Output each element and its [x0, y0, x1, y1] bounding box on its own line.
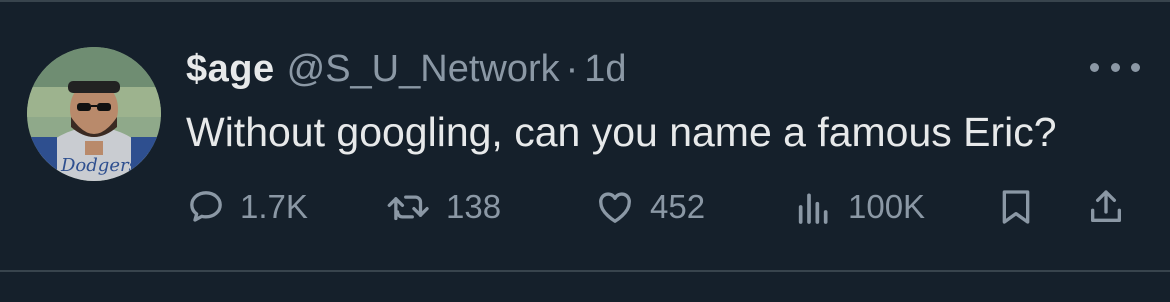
- author-display-name[interactable]: $age: [186, 48, 275, 91]
- like-count: 452: [650, 188, 706, 225]
- separator-dot: ·: [565, 47, 579, 90]
- tweet-text: Without googling, can you name a famous …: [186, 109, 1057, 155]
- bookmark-icon: [1002, 190, 1030, 224]
- speech-bubble-icon: [190, 191, 222, 222]
- author-handle[interactable]: @S_U_Network: [287, 48, 560, 91]
- bar-chart-icon: [798, 193, 828, 224]
- views-button[interactable]: 100K: [794, 182, 925, 232]
- share-button[interactable]: [1086, 182, 1126, 232]
- retweet-count: 138: [446, 188, 502, 225]
- like-button[interactable]: 452: [594, 182, 705, 232]
- more-options-button[interactable]: [1090, 52, 1140, 82]
- avatar[interactable]: Dodgers: [27, 47, 161, 181]
- avatar-photo: Dodgers: [27, 47, 161, 181]
- more-horizontal-icon: [1090, 62, 1099, 72]
- reply-count: 1.7K: [240, 188, 308, 225]
- view-count: 100K: [848, 188, 926, 225]
- tweet-timestamp[interactable]: 1d: [584, 48, 626, 91]
- more-horizontal-icon: [1110, 62, 1120, 72]
- tweet[interactable]: Dodgers $age @S_U_Network · 1d Without g…: [0, 0, 1170, 302]
- retweet-button[interactable]: 138: [386, 182, 501, 232]
- reply-button[interactable]: 1.7K: [186, 182, 308, 232]
- bookmark-button[interactable]: [996, 182, 1036, 232]
- divider: [0, 270, 1170, 272]
- tweet-actions: 1.7K 138 452 100K: [186, 182, 1146, 232]
- more-horizontal-icon: [1131, 62, 1140, 72]
- retweet-arrows-icon: [387, 195, 429, 221]
- heart-icon: [599, 192, 631, 223]
- svg-text:Dodgers: Dodgers: [60, 155, 138, 176]
- tweet-header: $age @S_U_Network · 1d: [186, 44, 627, 94]
- share-upload-icon: [1091, 190, 1121, 222]
